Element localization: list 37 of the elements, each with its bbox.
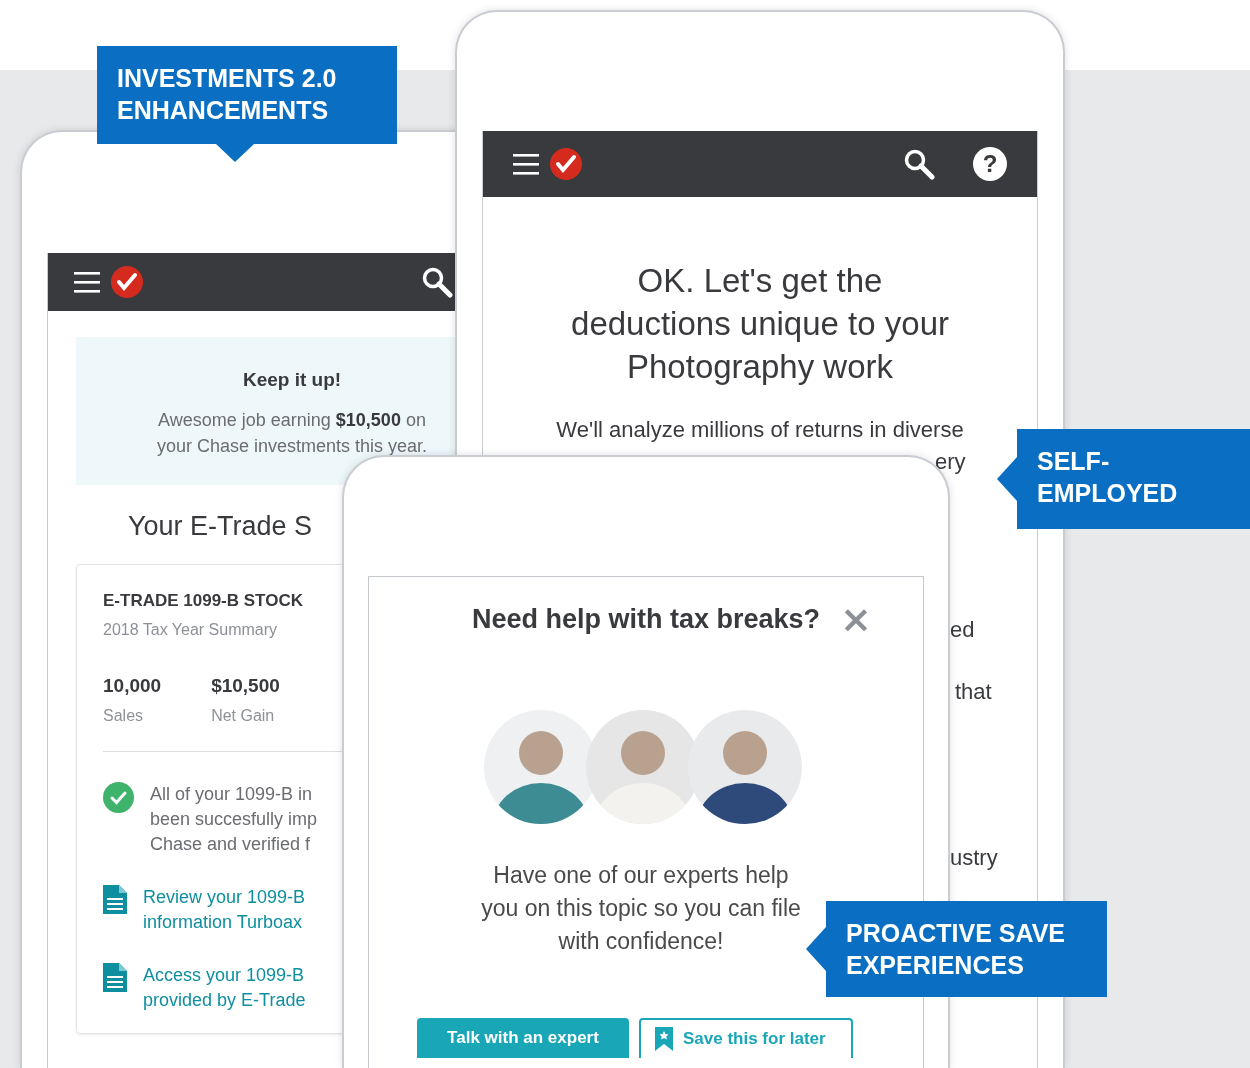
menu-icon[interactable] [513,153,539,175]
talk-expert-button[interactable]: Talk with an expert [417,1018,629,1058]
body-text-fragment: ery [935,448,966,476]
banner-title: Keep it up! [242,369,342,391]
bookmark-icon [655,1027,673,1051]
dialog-title: Need help with tax breaks? [471,603,821,635]
body-text-fragment: ed [950,616,975,644]
body-text-fragment: that [955,678,992,706]
document-icon [103,885,127,914]
body-text-fragment: ustry [950,844,998,872]
dialog-text: Have one of our experts help you on this topic so you can file with confidence! [481,861,801,956]
stat-label: Net Gain [211,707,276,725]
callout-label: INVESTMENTS 2.0 ENHANCEMENTS [97,46,397,162]
card-subtitle: 2018 Tax Year Summary [103,621,279,639]
search-icon[interactable] [421,266,453,298]
menu-icon[interactable] [74,271,100,293]
card-title: E-TRADE 1099-B STOCK [103,591,304,611]
banner-text: Awesome job earning $10,500 on your Chase investments this year. [155,409,429,458]
status-text: All of your 1099-B in been succesfully imp Chase and verified f [150,783,318,856]
success-check-icon [103,782,134,813]
stat-label: Sales [103,707,145,725]
body-text: We'll analyze millions of returns in diverse [555,416,965,444]
checkmark-logo-icon[interactable] [549,147,583,181]
search-icon[interactable] [903,148,935,180]
stat-value: 10,000 [103,675,162,697]
close-button[interactable]: × [836,599,876,639]
screen-heading: OK. Let's get the deductions unique to your Photography work [570,261,950,387]
document-icon [103,963,127,992]
callout-label: PROACTIVE SAVE EXPERIENCES [806,901,1107,997]
document-link[interactable]: Access your 1099-B provided by E-Trade [143,963,306,1013]
checkmark-logo-icon[interactable] [110,265,144,299]
section-title: Your E-Trade S [128,511,314,542]
save-later-button[interactable]: Save this for later [639,1018,853,1058]
callout-label: SELF-EMPLOYED [997,429,1250,529]
help-button[interactable]: ? [973,147,1007,181]
stat-value: $10,500 [211,675,280,697]
document-link[interactable]: Review your 1099-B information Turboax [143,885,306,935]
